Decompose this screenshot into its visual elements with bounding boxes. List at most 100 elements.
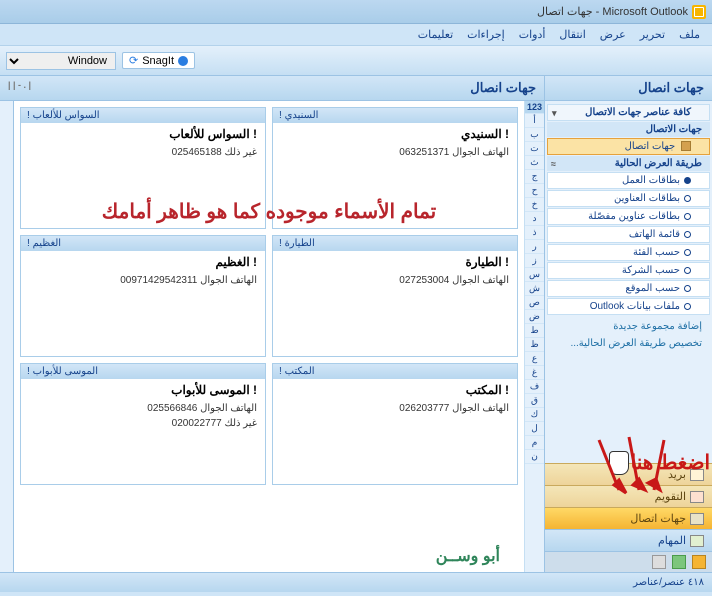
- alpha-letter[interactable]: خ: [525, 198, 544, 212]
- card-phone: 00971429542311 الهاتف الجوال: [21, 273, 265, 288]
- view-outlook-data[interactable]: ملفات بيانات Outlook: [547, 298, 710, 315]
- alpha-letter[interactable]: ق: [525, 394, 544, 408]
- refresh-icon: ⟳: [129, 54, 138, 67]
- menubar: ملف تحرير عرض انتقال أدوات إجراءات تعليم…: [0, 24, 712, 46]
- alpha-index: 123 أ ب ت ث ج ح خ د ذ ر ز س ش ص ض ط ظ ع …: [524, 101, 544, 572]
- contacts-nav-icon: [690, 513, 704, 525]
- alpha-letter[interactable]: أ: [525, 114, 544, 128]
- alpha-letter[interactable]: ث: [525, 156, 544, 170]
- card-name: ! الموسى للأبواب: [21, 379, 265, 401]
- contacts-folder[interactable]: جهات اتصال: [547, 138, 710, 155]
- menu-help[interactable]: تعليمات: [412, 26, 459, 43]
- card-name: ! السنيدي: [273, 123, 517, 145]
- item-count: ٤١٨ عنصر/عناصر: [633, 577, 704, 588]
- alpha-letter[interactable]: ظ: [525, 338, 544, 352]
- alpha-letter[interactable]: ح: [525, 184, 544, 198]
- titlebar: Microsoft Outlook - جهات اتصال: [0, 0, 712, 24]
- menu-edit[interactable]: تحرير: [634, 26, 671, 43]
- alpha-letter[interactable]: ض: [525, 310, 544, 324]
- contact-card[interactable]: ! المكتب ! المكتب 026203777 الهاتف الجوا…: [272, 363, 518, 485]
- alpha-letter[interactable]: ت: [525, 142, 544, 156]
- alpha-letter[interactable]: ز: [525, 254, 544, 268]
- customize-view-link[interactable]: تخصيص طريقة العرض الحالية...: [545, 335, 712, 352]
- content-header: جهات انصال | . - | |: [0, 76, 544, 101]
- card-name: ! الطيارة: [273, 251, 517, 273]
- menu-tools[interactable]: أدوات: [513, 26, 552, 43]
- contact-card[interactable]: ! الطيارة ! الطيارة 027253004 الهاتف الج…: [272, 235, 518, 357]
- alpha-letter[interactable]: ب: [525, 128, 544, 142]
- signature: أبو وســن: [436, 546, 500, 566]
- card-head: ! السواس للألعاب: [21, 108, 265, 123]
- nav-mail[interactable]: بريد: [545, 463, 712, 485]
- card-head: ! المكتب: [273, 364, 517, 379]
- toolbar: SnagIt ⟳ Window: [0, 46, 712, 76]
- view-by-location[interactable]: حسب الموقع: [547, 280, 710, 297]
- window-title: Microsoft Outlook - جهات اتصال: [537, 5, 688, 18]
- alpha-letter[interactable]: غ: [525, 366, 544, 380]
- view-address-cards[interactable]: بطاقات العناوين: [547, 190, 710, 207]
- view-phone-list[interactable]: قائمة الهاتف: [547, 226, 710, 243]
- calendar-icon: [690, 491, 704, 503]
- view-detailed-cards[interactable]: بطاقات عناوين مفصّلة: [547, 208, 710, 225]
- snagit-button[interactable]: SnagIt ⟳: [122, 52, 195, 69]
- alpha-letter[interactable]: ذ: [525, 226, 544, 240]
- alpha-123[interactable]: 123: [525, 101, 544, 114]
- contact-card[interactable]: ! السواس للألعاب ! السواس للألعاب 025465…: [20, 107, 266, 229]
- card-phone: 063251371 الهاتف الجوال: [273, 145, 517, 160]
- view-business-cards[interactable]: بطاقات العمل: [547, 172, 710, 189]
- nav-contacts[interactable]: جهات اتصال اضغط هنا: [545, 507, 712, 529]
- card-phone: 026203777 الهاتف الجوال: [273, 401, 517, 416]
- contacts-group-header[interactable]: جهات الاتصال: [547, 122, 710, 137]
- card-head: ! السنيدي: [273, 108, 517, 123]
- contacts-icon: [681, 141, 691, 151]
- nav-icon-row: [545, 551, 712, 572]
- window-select[interactable]: Window: [6, 52, 116, 70]
- dropdown-icon: ▾: [552, 108, 557, 119]
- alpha-letter[interactable]: ش: [525, 282, 544, 296]
- contact-card[interactable]: ! الموسى للأبواب ! الموسى للأبواب 025566…: [20, 363, 266, 485]
- card-name: ! السواس للألعاب: [21, 123, 265, 145]
- nav-tasks[interactable]: المهام: [545, 529, 712, 551]
- card-phone: 025465188 غير ذلك: [21, 145, 265, 160]
- mail-icon: [690, 469, 704, 481]
- cards-area: ! السنيدي ! السنيدي 063251371 الهاتف الج…: [14, 101, 524, 572]
- card-phone: 025566846 الهاتف الجوال: [21, 401, 265, 416]
- header-tools[interactable]: | . - | |: [8, 80, 31, 96]
- left-strip: [0, 101, 14, 572]
- view-by-company[interactable]: حسب الشركة: [547, 262, 710, 279]
- alpha-letter[interactable]: ل: [525, 422, 544, 436]
- alpha-letter[interactable]: ج: [525, 170, 544, 184]
- alpha-letter[interactable]: ن: [525, 450, 544, 464]
- alpha-letter[interactable]: ط: [525, 324, 544, 338]
- sidebar: جهات انصال كافة عناصر جهات الاتصال▾ جهات…: [544, 76, 712, 572]
- alpha-letter[interactable]: ك: [525, 408, 544, 422]
- alpha-letter[interactable]: ر: [525, 240, 544, 254]
- shortcut-icon-1[interactable]: [692, 555, 706, 569]
- card-head: ! الغظيم: [21, 236, 265, 251]
- shortcut-icon-2[interactable]: [672, 555, 686, 569]
- shortcut-icon-3[interactable]: [652, 555, 666, 569]
- alpha-letter[interactable]: ف: [525, 380, 544, 394]
- statusbar: ٤١٨ عنصر/عناصر: [0, 572, 712, 592]
- card-head: ! الطيارة: [273, 236, 517, 251]
- view-by-category[interactable]: حسب الفئة: [547, 244, 710, 261]
- all-contact-items[interactable]: كافة عناصر جهات الاتصال▾: [547, 104, 710, 121]
- main: جهات انصال كافة عناصر جهات الاتصال▾ جهات…: [0, 76, 712, 572]
- contact-card[interactable]: ! السنيدي ! السنيدي 063251371 الهاتف الج…: [272, 107, 518, 229]
- card-name: ! الغظيم: [21, 251, 265, 273]
- contact-card[interactable]: ! الغظيم ! الغظيم 00971429542311 الهاتف …: [20, 235, 266, 357]
- menu-actions[interactable]: إجراءات: [461, 26, 511, 43]
- alpha-letter[interactable]: ع: [525, 352, 544, 366]
- menu-file[interactable]: ملف: [673, 26, 706, 43]
- snagit-icon: [178, 56, 188, 66]
- card-phone-2: 020022777 غير ذلك: [21, 416, 265, 431]
- current-view-header[interactable]: طريقة العرض الحالية≈: [547, 156, 710, 171]
- alpha-letter[interactable]: د: [525, 212, 544, 226]
- nav-calendar[interactable]: التقويم: [545, 485, 712, 507]
- alpha-letter[interactable]: س: [525, 268, 544, 282]
- add-group-link[interactable]: إضافة مجموعة جديدة: [545, 318, 712, 335]
- alpha-letter[interactable]: م: [525, 436, 544, 450]
- menu-go[interactable]: انتقال: [553, 26, 591, 43]
- menu-view[interactable]: عرض: [594, 26, 632, 43]
- alpha-letter[interactable]: ص: [525, 296, 544, 310]
